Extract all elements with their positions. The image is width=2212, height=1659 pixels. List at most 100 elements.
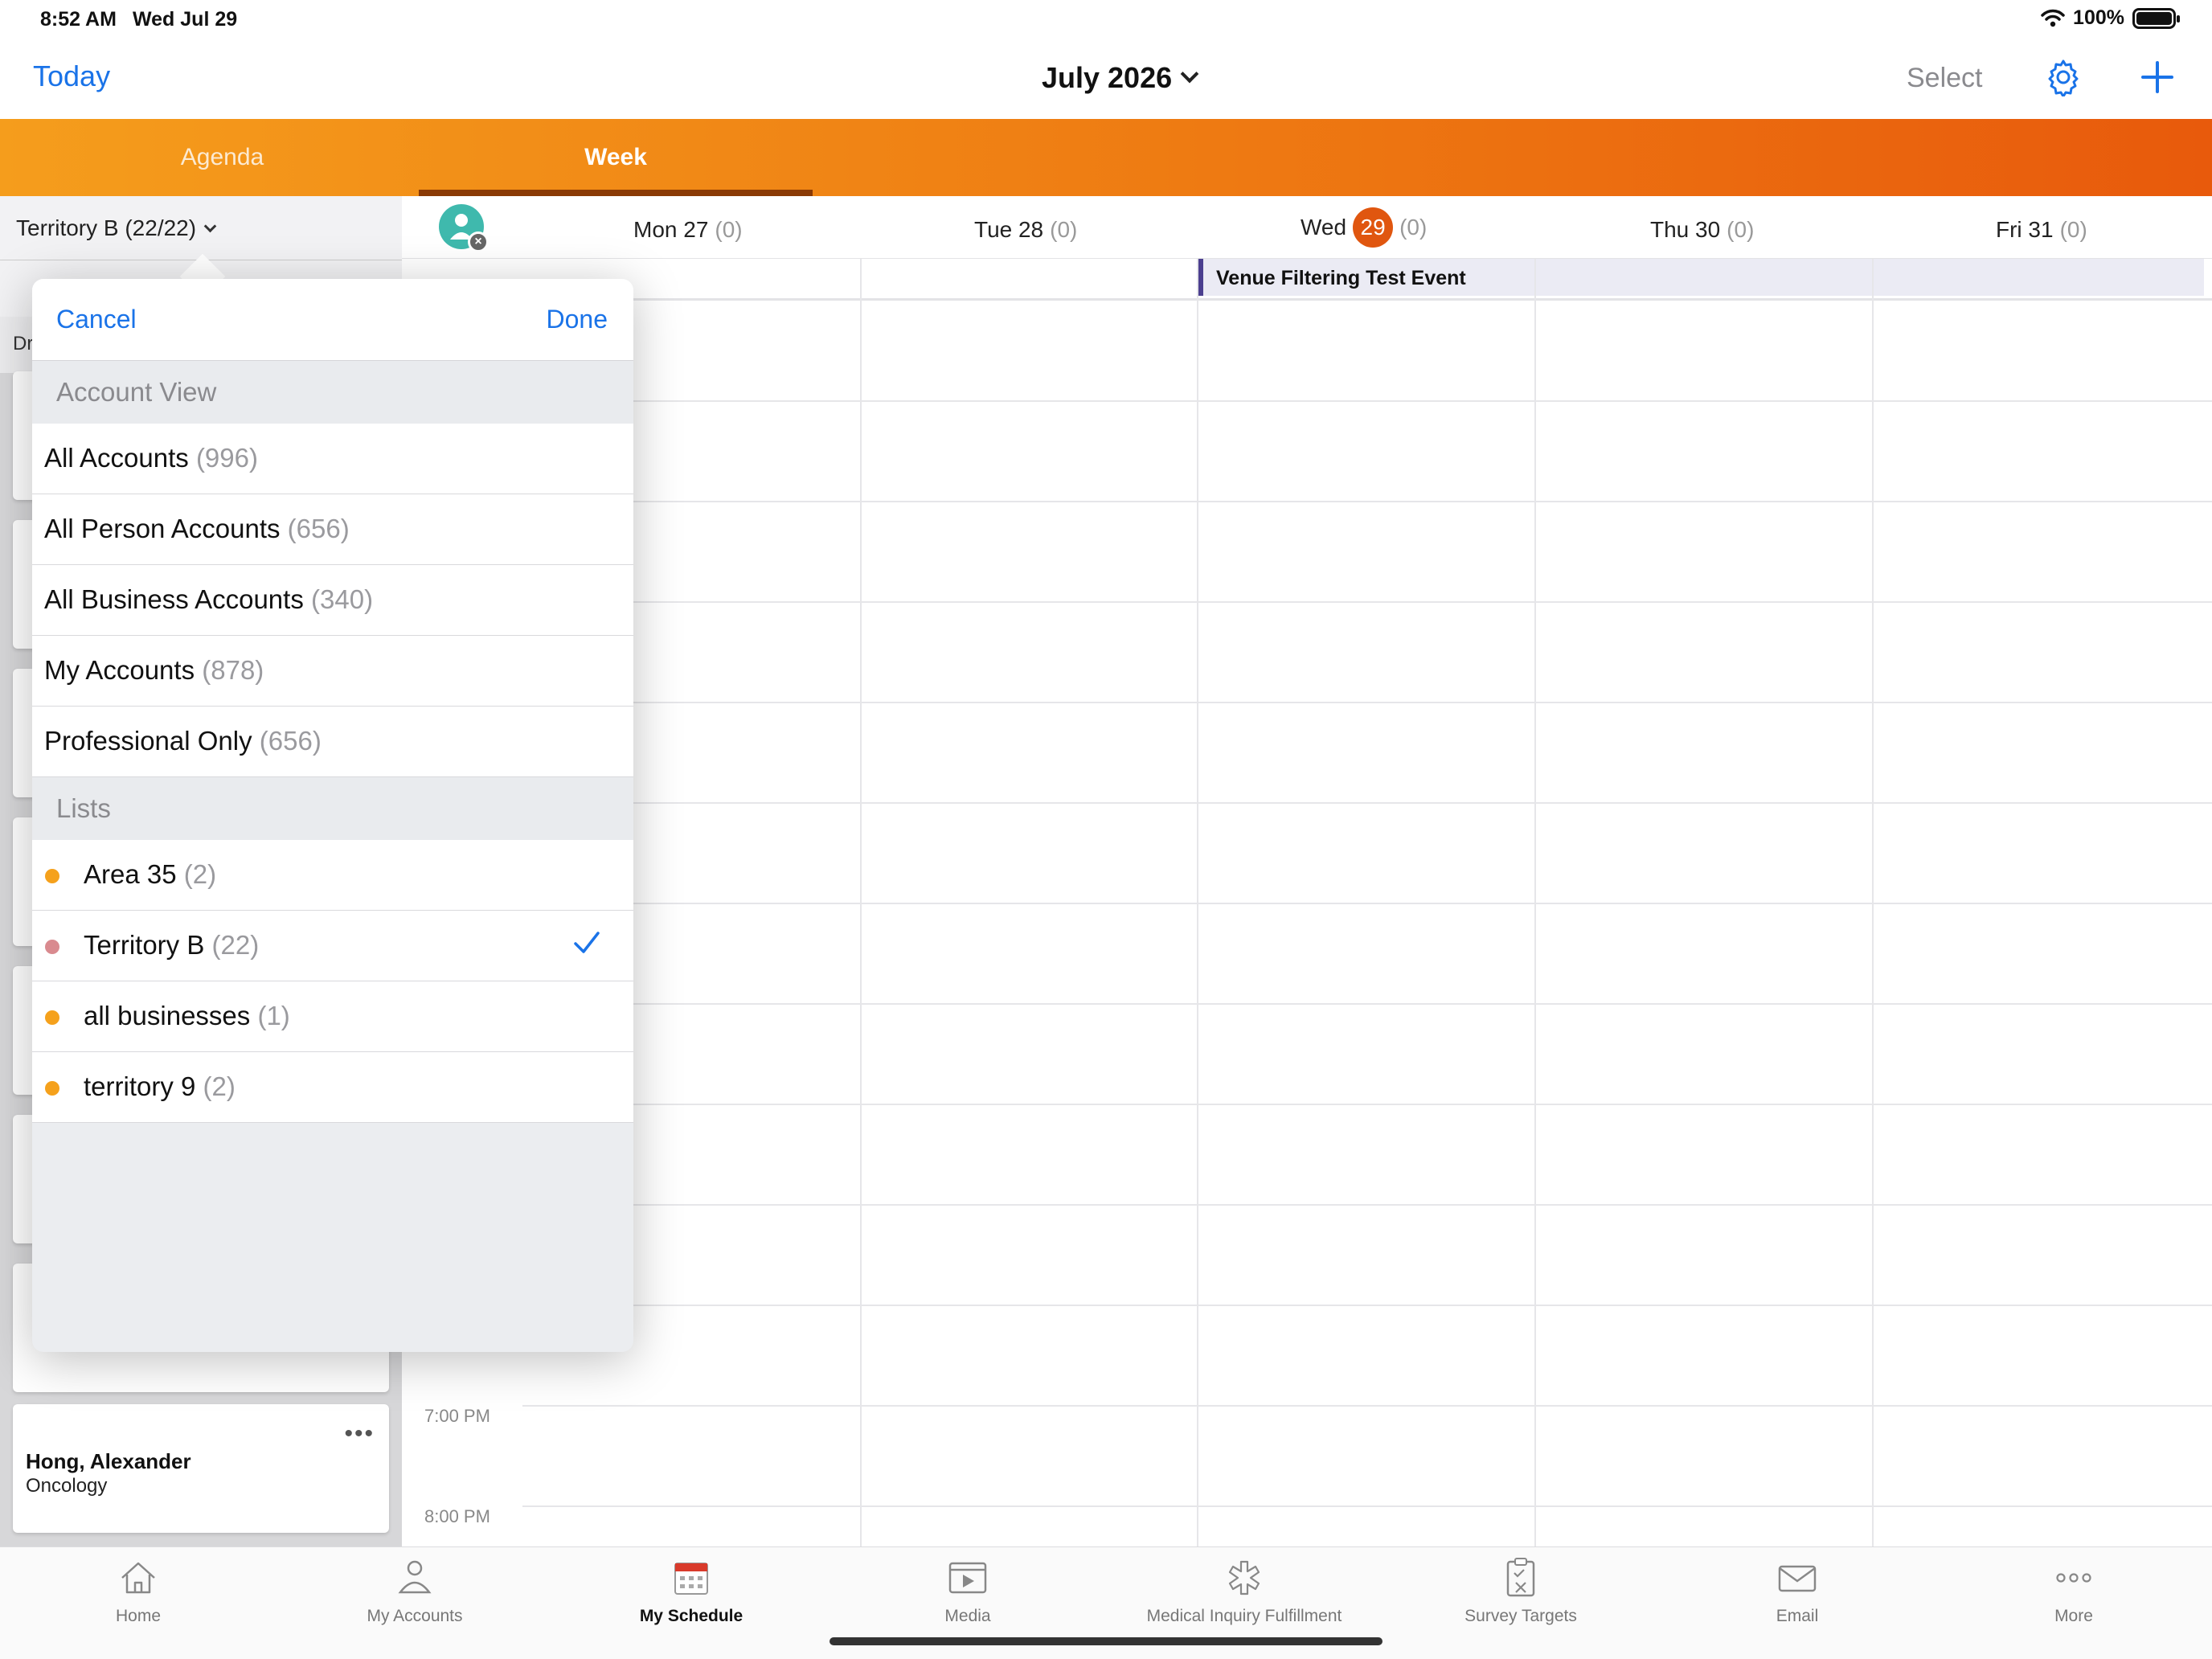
territory-name: Territory B (22/22)	[16, 215, 197, 240]
day-count: (0)	[2059, 217, 2087, 242]
tab-label: Survey Targets	[1464, 1607, 1577, 1625]
more-icon	[2056, 1573, 2091, 1583]
nav-bar: Today July 2026 Select	[0, 40, 2212, 119]
email-icon	[1778, 1565, 1817, 1592]
account-specialty: Oncology	[26, 1475, 108, 1497]
more-options-icon[interactable]: •••	[344, 1420, 375, 1448]
plus-icon[interactable]	[2138, 58, 2177, 96]
account-name: Hong, Alexander	[26, 1449, 191, 1473]
option-label: Professional Only (656)	[44, 726, 322, 756]
list-option[interactable]: territory 9 (2)	[32, 1052, 633, 1123]
account-card[interactable]: ••• Hong, Alexander Oncology	[13, 1404, 389, 1533]
list-option[interactable]: all businesses (1)	[32, 981, 633, 1052]
day-header-thu[interactable]: Thu 30 (0)	[1650, 217, 1754, 243]
time-label: 7:00 PM	[424, 1406, 490, 1426]
calendar-icon	[674, 1563, 708, 1595]
gear-icon[interactable]	[2044, 58, 2083, 96]
list-option[interactable]: Territory B (22)	[32, 911, 633, 981]
hour-line	[522, 1305, 2212, 1306]
day-header-wed[interactable]: Wed 29 (0)	[1301, 207, 1427, 248]
tab-survey-targets[interactable]: Survey Targets	[1384, 1555, 1657, 1636]
today-badge: 29	[1353, 207, 1394, 248]
active-tab-indicator	[419, 190, 813, 196]
battery-icon	[2132, 7, 2180, 29]
wifi-icon	[2041, 9, 2065, 27]
hour-line	[522, 1003, 2212, 1005]
tab-home[interactable]: Home	[2, 1555, 275, 1636]
account-view-option[interactable]: Professional Only (656)	[32, 707, 633, 777]
account-view-option[interactable]: All Business Accounts (340)	[32, 565, 633, 636]
day-count: (0)	[1399, 215, 1428, 240]
account-view-option[interactable]: All Person Accounts (656)	[32, 494, 633, 565]
select-button[interactable]: Select	[1907, 63, 1983, 94]
event-title: Venue Filtering Test Event	[1216, 267, 1466, 289]
list-color-dot	[45, 1081, 59, 1096]
week-calendar: × Mon 27 (0) Tue 28 (0) Wed 29 (0) Thu 3…	[402, 196, 2212, 1546]
hour-line	[522, 802, 2212, 804]
hour-line	[522, 903, 2212, 904]
day-header-fri[interactable]: Fri 31 (0)	[1996, 217, 2087, 243]
cancel-button[interactable]: Cancel	[56, 305, 137, 334]
time-label: 8:00 PM	[424, 1506, 490, 1526]
account-view-option[interactable]: All Accounts (996)	[32, 424, 633, 494]
tab-my-accounts[interactable]: My Accounts	[278, 1555, 551, 1636]
day-count: (0)	[1727, 217, 1755, 242]
option-label: Area 35 (2)	[84, 859, 217, 889]
person-icon	[398, 1560, 432, 1594]
territory-selector[interactable]: Territory B (22/22)	[0, 196, 402, 260]
checkmark-icon	[574, 932, 600, 953]
tab-media[interactable]: Media	[831, 1555, 1104, 1636]
hour-line	[522, 702, 2212, 703]
chevron-down-icon	[203, 219, 217, 232]
today-button[interactable]: Today	[33, 59, 110, 93]
day-header-mon[interactable]: Mon 27 (0)	[633, 217, 743, 243]
day-label: Tue 28	[974, 217, 1044, 242]
sort-label: Dr	[13, 333, 34, 354]
tab-medical-inquiry[interactable]: Medical Inquiry Fulfillment	[1108, 1555, 1381, 1636]
tab-email[interactable]: Email	[1661, 1555, 1934, 1636]
tab-label: Email	[1776, 1607, 1819, 1625]
account-view-option[interactable]: My Accounts (878)	[32, 636, 633, 707]
tab-label: Media	[944, 1607, 991, 1625]
hour-line	[522, 400, 2212, 402]
territory-label: Territory B (22/22)	[16, 215, 217, 241]
view-tabs: Agenda Week	[0, 119, 2212, 196]
option-label: Territory B (22)	[84, 930, 260, 960]
close-icon[interactable]: ×	[468, 231, 489, 252]
tab-label: More	[2054, 1607, 2093, 1625]
section-label: Lists	[56, 793, 111, 823]
tab-week[interactable]: Week	[419, 119, 813, 196]
battery-percent: 100%	[2073, 6, 2124, 29]
hour-line	[522, 1405, 2212, 1407]
done-button[interactable]: Done	[547, 305, 608, 334]
home-indicator	[830, 1637, 1382, 1645]
calendar-event[interactable]: Venue Filtering Test Event	[1198, 259, 2204, 296]
tab-agenda[interactable]: Agenda	[0, 119, 444, 196]
home-icon	[121, 1562, 155, 1594]
day-header-tue[interactable]: Tue 28 (0)	[974, 217, 1077, 243]
month-title: July 2026	[1042, 61, 1173, 94]
hour-line	[522, 501, 2212, 502]
tab-label: Home	[115, 1607, 162, 1625]
month-picker[interactable]: July 2026	[1042, 61, 1199, 95]
status-bar: 8:52 AM Wed Jul 29 100%	[0, 0, 2212, 40]
option-label: My Accounts (878)	[44, 655, 264, 685]
tab-more[interactable]: More	[1937, 1555, 2210, 1636]
section-account-view: Account View	[32, 361, 633, 424]
tab-my-schedule[interactable]: My Schedule	[555, 1555, 828, 1636]
media-icon	[948, 1562, 987, 1594]
list-option[interactable]: Area 35 (2)	[32, 840, 633, 911]
option-label: all businesses (1)	[84, 1001, 290, 1030]
hour-line	[522, 1505, 2212, 1507]
clipboard-icon	[1506, 1558, 1535, 1597]
status-time: 8:52 AM	[40, 8, 117, 31]
day-label: Fri 31	[1996, 217, 2054, 242]
list-color-dot	[45, 1010, 59, 1025]
calendar-header: × Mon 27 (0) Tue 28 (0) Wed 29 (0) Thu 3…	[402, 196, 2212, 259]
day-count: (0)	[1050, 217, 1078, 242]
account-view-popover: Cancel Done Account View All Accounts (9…	[32, 279, 633, 1352]
day-label: Thu 30	[1650, 217, 1721, 242]
tab-label: My Schedule	[639, 1607, 743, 1625]
section-label: Account View	[56, 377, 217, 407]
option-label: All Accounts (996)	[44, 443, 258, 473]
